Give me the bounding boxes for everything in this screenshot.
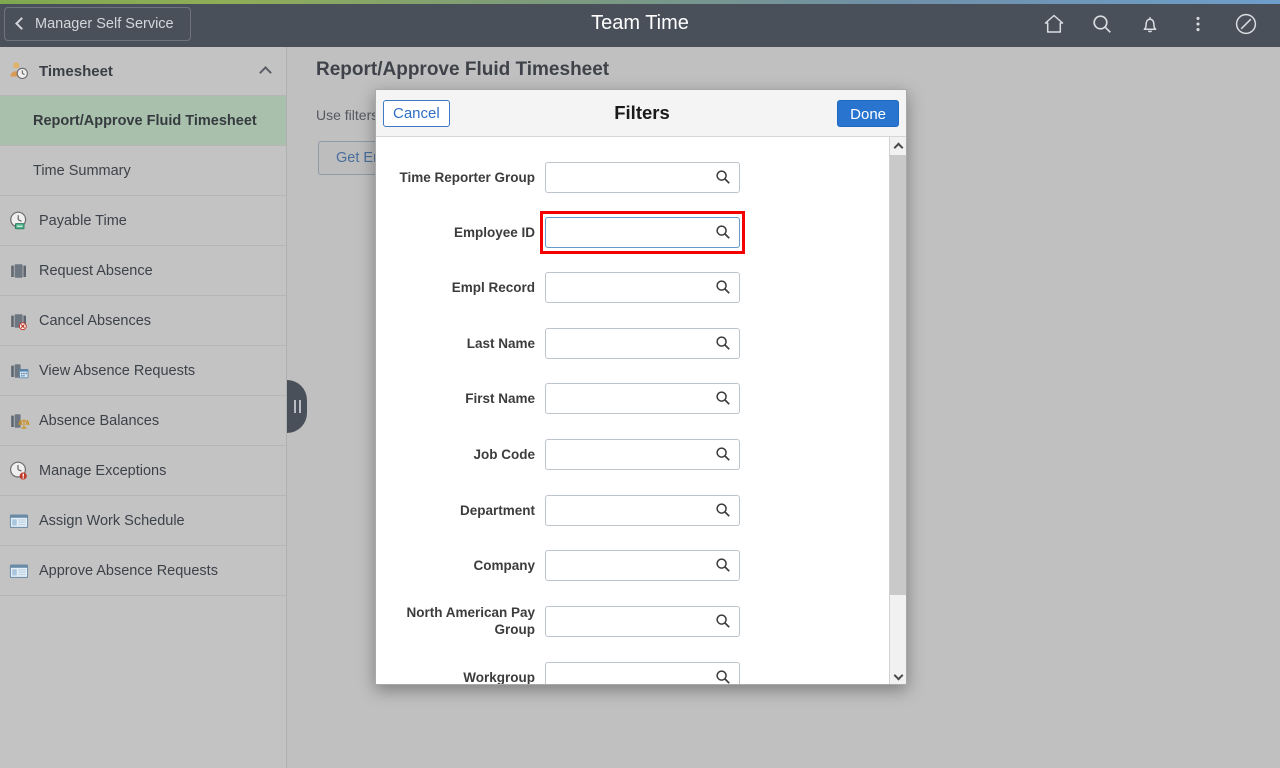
filter-control [545, 328, 740, 359]
sidebar-item-approve-absence-requests[interactable]: Approve Absence Requests [0, 546, 286, 596]
filter-label: First Name [376, 390, 545, 407]
sidebar-item-assign-work-schedule[interactable]: Assign Work Schedule [0, 496, 286, 546]
sidebar-item-label: Assign Work Schedule [39, 513, 185, 529]
filter-label: Empl Record [376, 279, 545, 296]
north-american-pay-group-input[interactable] [545, 606, 740, 637]
done-button[interactable]: Done [837, 100, 899, 127]
scroll-up-arrow[interactable] [890, 137, 906, 154]
person-clock-icon [8, 60, 30, 82]
filter-control [545, 162, 740, 193]
sidebar-group-timesheet[interactable]: Timesheet [0, 47, 286, 96]
briefcase-balance-icon [8, 410, 30, 432]
filter-row-north-american-pay-group: North American Pay Group [376, 604, 890, 638]
modal-header: Cancel Filters Done [376, 90, 906, 137]
briefcase-icon [8, 260, 30, 282]
sidebar-item-time-summary[interactable]: Time Summary [0, 146, 286, 196]
department-input[interactable] [545, 495, 740, 526]
sidebar-item-label: View Absence Requests [39, 363, 195, 379]
job-code-input[interactable] [545, 439, 740, 470]
sidebar-item-cancel-absences[interactable]: Cancel Absences [0, 296, 286, 346]
employee-id-input[interactable] [545, 217, 740, 248]
sidebar-item-label: Request Absence [39, 263, 153, 279]
filter-row-department: Department [376, 493, 890, 527]
modal-scrollbar[interactable] [889, 137, 906, 685]
sidebar-item-label: Approve Absence Requests [39, 563, 218, 579]
filter-control [545, 272, 740, 303]
sidebar-item-payable-time[interactable]: Payable Time [0, 196, 286, 246]
window-panel-icon [8, 560, 30, 582]
filter-row-company: Company [376, 548, 890, 582]
first-name-input[interactable] [545, 383, 740, 414]
last-name-input[interactable] [545, 328, 740, 359]
filter-control [545, 550, 740, 581]
chevron-left-icon [15, 17, 28, 30]
chevron-up-icon [259, 66, 272, 79]
page-title: Report/Approve Fluid Timesheet [316, 59, 609, 81]
filter-label: Employee ID [376, 224, 545, 241]
sidebar-group-label: Timesheet [39, 63, 113, 80]
filter-label: Department [376, 502, 545, 519]
back-button[interactable]: Manager Self Service [4, 7, 191, 41]
filter-control [545, 439, 740, 470]
filter-label: Workgroup [376, 669, 545, 686]
clock-money-icon [8, 210, 30, 232]
briefcase-calendar-icon [8, 360, 30, 382]
filter-control [545, 606, 740, 637]
filter-control [545, 217, 740, 248]
filter-label: Job Code [376, 446, 545, 463]
filter-control [545, 383, 740, 414]
handle-bar-right [299, 400, 301, 413]
modal-title: Filters [376, 90, 907, 136]
window-panel-icon [8, 510, 30, 532]
filter-row-job-code: Job Code [376, 437, 890, 471]
notifications-bell-icon[interactable] [1126, 0, 1174, 47]
scrollbar-thumb[interactable] [890, 155, 906, 595]
sidebar-item-manage-exceptions[interactable]: Manage Exceptions [0, 446, 286, 496]
filter-label: Time Reporter Group [376, 169, 545, 186]
navbar-compass-icon[interactable] [1222, 0, 1270, 47]
filter-row-workgroup: Workgroup [376, 660, 890, 685]
sidebar-item-label: Absence Balances [39, 413, 159, 429]
workgroup-input[interactable] [545, 662, 740, 686]
top-accent-strip [0, 0, 1280, 4]
chevron-up-icon [893, 142, 903, 152]
filter-row-last-name: Last Name [376, 326, 890, 360]
briefcase-cancel-icon [8, 310, 30, 332]
app-header: Manager Self Service Team Time [0, 0, 1280, 47]
filters-form: Time Reporter Group Employee ID Empl Rec… [376, 137, 907, 685]
sidebar-item-report-approve-fluid-timesheet[interactable]: Report/Approve Fluid Timesheet [0, 96, 286, 146]
sidebar-item-label: Payable Time [39, 213, 127, 229]
chevron-down-icon [893, 670, 903, 680]
filter-row-time-reporter-group: Time Reporter Group [376, 160, 890, 194]
clock-alert-icon [8, 460, 30, 482]
back-button-label: Manager Self Service [35, 16, 174, 32]
handle-bar-left [294, 400, 296, 413]
filter-control [545, 662, 740, 686]
empl-record-input[interactable] [545, 272, 740, 303]
filter-label: North American Pay Group [376, 604, 545, 638]
kebab-menu-icon[interactable] [1174, 0, 1222, 47]
filter-label: Company [376, 557, 545, 574]
company-input[interactable] [545, 550, 740, 581]
filter-row-empl-record: Empl Record [376, 270, 890, 304]
scroll-down-arrow[interactable] [890, 668, 906, 685]
sidebar-item-label: Manage Exceptions [39, 463, 166, 479]
filter-control [545, 495, 740, 526]
filter-row-employee-id: Employee ID [376, 215, 890, 249]
sidebar-item-label: Report/Approve Fluid Timesheet [33, 113, 257, 129]
header-icon-group [1030, 0, 1270, 47]
sidebar-item-view-absence-requests[interactable]: View Absence Requests [0, 346, 286, 396]
sidebar-item-absence-balances[interactable]: Absence Balances [0, 396, 286, 446]
search-icon[interactable] [1078, 0, 1126, 47]
sidebar: Timesheet Report/Approve Fluid Timesheet… [0, 47, 287, 768]
sidebar-item-label: Cancel Absences [39, 313, 151, 329]
sidebar-item-label: Time Summary [33, 163, 131, 179]
done-button-label: Done [850, 106, 886, 123]
home-icon[interactable] [1030, 0, 1078, 47]
sidebar-item-request-absence[interactable]: Request Absence [0, 246, 286, 296]
filters-modal: Cancel Filters Done Time Reporter Group … [375, 89, 907, 685]
filter-row-first-name: First Name [376, 381, 890, 415]
filter-label: Last Name [376, 335, 545, 352]
time-reporter-group-input[interactable] [545, 162, 740, 193]
